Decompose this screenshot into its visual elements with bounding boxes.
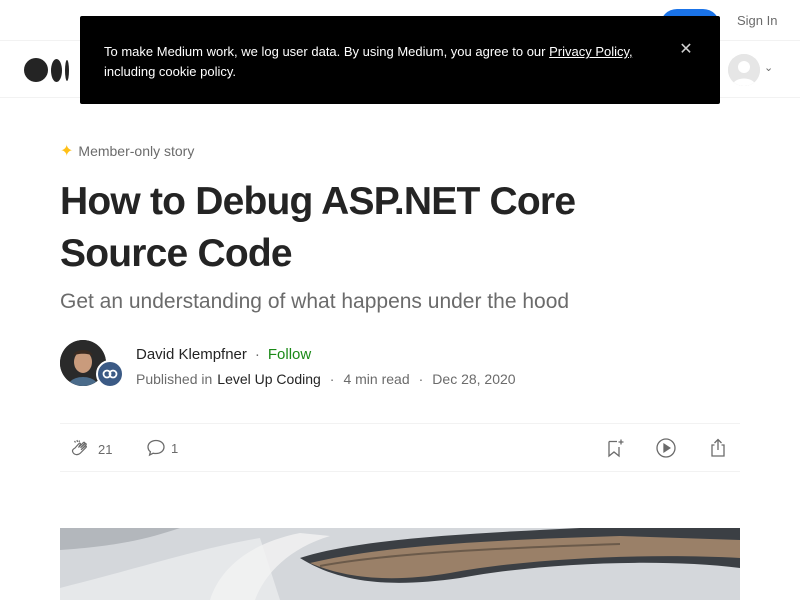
action-bar: 21 1	[60, 423, 740, 472]
comment-icon	[147, 439, 165, 457]
comment-count: 1	[171, 440, 179, 456]
clap-button[interactable]: 21	[68, 437, 112, 461]
cookie-text: To make Medium work, we log user data. B…	[104, 44, 633, 79]
listen-button[interactable]	[655, 437, 677, 459]
share-button[interactable]	[707, 437, 729, 459]
bookmark-button[interactable]	[604, 437, 626, 459]
medium-logo-icon[interactable]	[24, 58, 69, 82]
close-icon[interactable]: ✕	[678, 42, 694, 58]
cookie-banner: To make Medium work, we log user data. B…	[80, 16, 720, 104]
author-line: David Klempfner · Follow	[136, 346, 312, 363]
star-icon: ✦	[60, 143, 74, 160]
read-time: 4 min read	[343, 371, 410, 387]
member-only-badge: ✦ Member-only story	[60, 143, 195, 160]
article-subtitle: Get an understanding of what happens und…	[60, 290, 570, 313]
share-icon	[711, 438, 725, 457]
clap-icon	[71, 439, 87, 456]
chevron-down-icon[interactable]: ⌄	[764, 61, 773, 74]
clap-count: 21	[98, 441, 113, 457]
follow-button[interactable]: Follow	[268, 346, 311, 363]
article-meta: Published in Level Up Coding · 4 min rea…	[136, 371, 516, 387]
play-icon	[656, 438, 676, 458]
sign-in-link[interactable]: Sign In	[737, 13, 777, 28]
publish-date: Dec 28, 2020	[432, 371, 516, 387]
comment-button[interactable]: 1	[145, 437, 178, 459]
article-hero-image	[60, 528, 740, 600]
privacy-policy-link[interactable]: Privacy Policy,	[549, 44, 633, 59]
article-title: How to Debug ASP.NET Core Source Code	[60, 180, 576, 275]
publication-link[interactable]: Level Up Coding	[217, 371, 321, 387]
publication-logo-icon[interactable]	[96, 360, 124, 388]
user-avatar-icon[interactable]	[728, 54, 760, 86]
bookmark-add-icon	[608, 439, 624, 458]
author-name[interactable]: David Klempfner	[136, 346, 247, 363]
